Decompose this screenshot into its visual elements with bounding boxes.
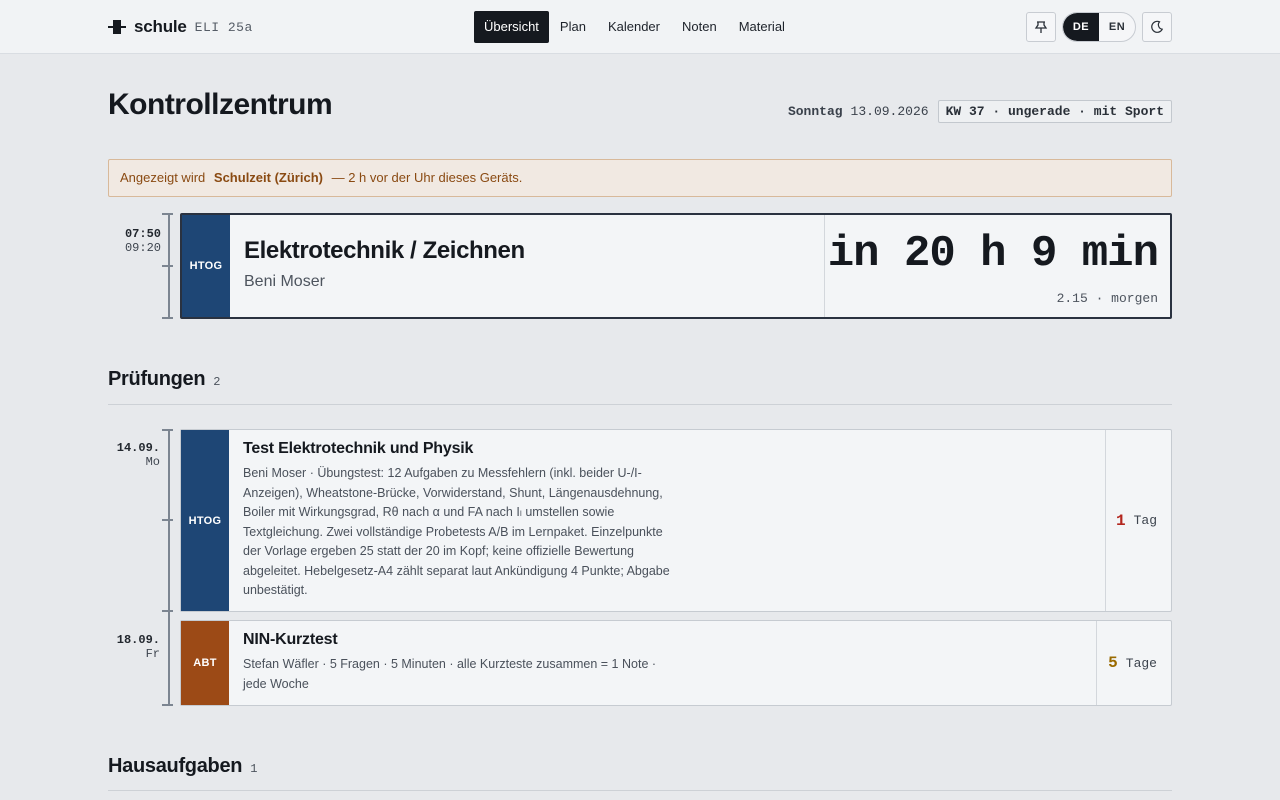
timeline-tick <box>162 213 173 215</box>
exam-description: Beni Moser · Übungstest: 12 Aufgaben zu … <box>243 466 670 597</box>
notice-timezone: Schulzeit (Zürich) <box>213 170 323 185</box>
nav-item-material[interactable]: Material <box>728 11 796 43</box>
nav-item-plan[interactable]: Plan <box>549 11 597 43</box>
divider <box>108 790 1172 791</box>
exam-date-day: 14.09. <box>116 441 160 455</box>
timeline-tick <box>162 265 173 267</box>
current-date: 13.09.2026 <box>850 103 929 119</box>
exam-date-day: 18.09. <box>116 633 160 647</box>
exam-title: Test Elektrotechnik und Physik <box>243 440 474 457</box>
nav-item-noten[interactable]: Noten <box>671 11 728 43</box>
homework-title: Hausaufgaben <box>108 755 243 777</box>
date-info: Sonntag 13.09.2026 KW 37 · ungerade · mi… <box>788 99 1172 123</box>
days-remaining: 1 <box>1115 511 1126 530</box>
brand[interactable]: schule ELI 25a <box>108 17 253 37</box>
lesson-end: 09:20 <box>124 241 161 255</box>
exams-title: Prüfungen <box>108 368 206 390</box>
subject-tag: ABT <box>181 621 229 705</box>
lesson-room: 2.15 · morgen <box>1056 291 1158 306</box>
exams-heading: Prüfungen 2 <box>108 368 220 391</box>
brand-name: schule <box>134 17 187 36</box>
lesson-teacher: Beni Moser <box>244 273 325 290</box>
lesson-start: 07:50 <box>124 227 161 241</box>
subject-tag: HTOG <box>182 215 230 317</box>
exam-date-weekday: Fr <box>145 647 160 661</box>
timeline-tick <box>162 610 173 612</box>
lang-de-button[interactable]: DE <box>1063 13 1099 41</box>
page-title: Kontrollzentrum <box>108 88 333 121</box>
subject-tag: HTOG <box>181 430 229 611</box>
lang-en-button[interactable]: EN <box>1099 13 1135 41</box>
exam-description: Stefan Wäfler · 5 Fragen · 5 Minuten · a… <box>243 657 657 691</box>
timeline-bracket <box>168 429 170 706</box>
nav-item-kalender[interactable]: Kalender <box>597 11 671 43</box>
homework-heading: Hausaufgaben 1 <box>108 755 257 778</box>
divider <box>108 404 1172 405</box>
exam-card[interactable]: HTOG Test Elektrotechnik und Physik Beni… <box>180 429 1172 612</box>
nav-item-uebersicht[interactable]: Übersicht <box>474 11 549 43</box>
moon-icon <box>1151 20 1164 33</box>
week-badge: KW 37 · ungerade · mit Sport <box>937 99 1172 123</box>
notice-suffix: — 2 h vor der Uhr dieses Geräts. <box>331 170 523 185</box>
timezone-notice: Angezeigt wird Schulzeit (Zürich) — 2 h … <box>108 159 1172 197</box>
exam-title: NIN-Kurztest <box>243 631 338 648</box>
exam-card[interactable]: ABT NIN-Kurztest Stefan Wäfler · 5 Frage… <box>180 620 1172 706</box>
exams-count: 2 <box>213 375 221 389</box>
language-switch: DE EN <box>1062 12 1136 42</box>
lesson-time: 07:50 09:20 <box>125 227 161 255</box>
next-lesson-card[interactable]: HTOG Elektrotechnik / Zeichnen Beni Mose… <box>180 213 1172 319</box>
pin-button[interactable] <box>1026 12 1056 42</box>
top-bar: schule ELI 25a Übersicht Plan Kalender N… <box>0 0 1280 54</box>
days-unit: Tage <box>1125 655 1157 671</box>
timeline-tick <box>162 317 173 319</box>
class-label: ELI 25a <box>194 19 253 35</box>
lesson-countdown: in 20 h 9 min <box>827 229 1159 279</box>
exam-date: 18.09. Fr <box>117 633 160 661</box>
timeline-tick <box>162 429 173 431</box>
exam-date-weekday: Mo <box>145 455 160 469</box>
homework-count: 1 <box>250 762 258 776</box>
days-remaining: 5 <box>1108 654 1118 672</box>
main-nav: Übersicht Plan Kalender Noten Material <box>474 11 796 43</box>
days-unit: Tag <box>1133 513 1157 528</box>
weekday: Sonntag <box>787 103 843 119</box>
logo-icon <box>108 19 126 35</box>
timeline-tick <box>162 519 173 521</box>
timeline-tick <box>162 704 173 706</box>
pin-icon <box>1034 21 1048 33</box>
exam-date: 14.09. Mo <box>117 441 160 469</box>
theme-toggle-button[interactable] <box>1142 12 1172 42</box>
lesson-subject: Elektrotechnik / Zeichnen <box>244 237 525 264</box>
notice-prefix: Angezeigt wird <box>120 170 206 185</box>
